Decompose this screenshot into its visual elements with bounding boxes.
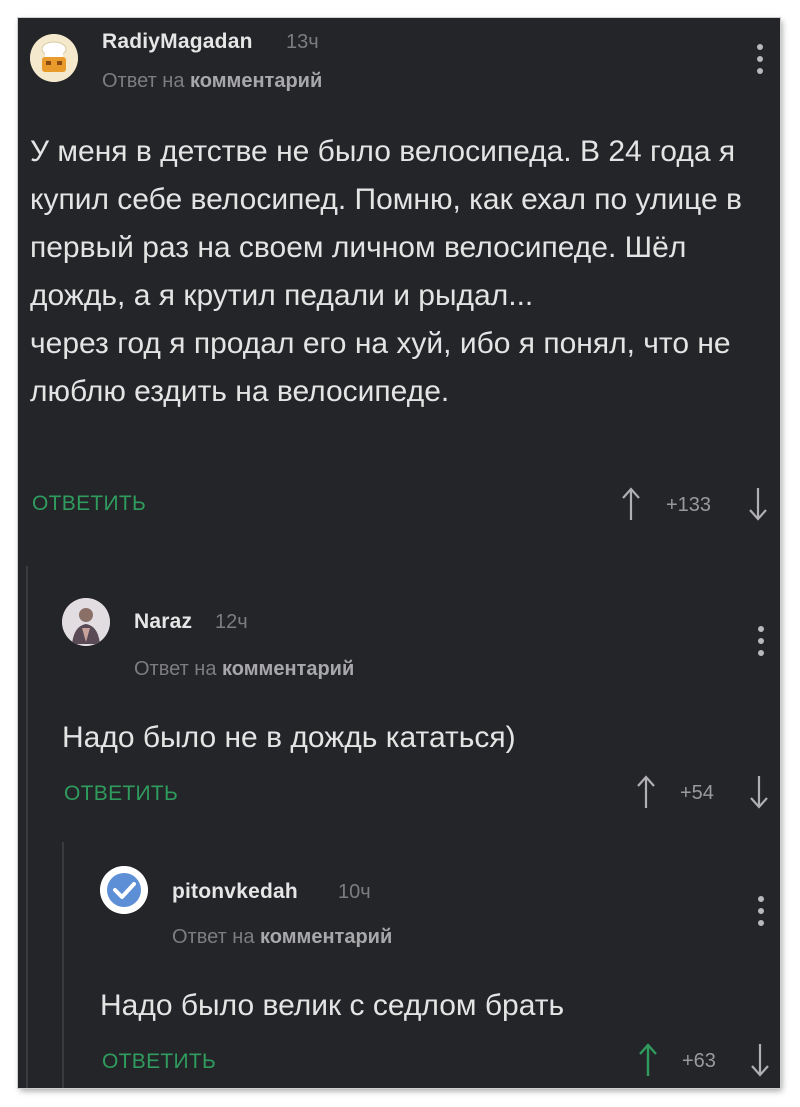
reply-button[interactable]: ОТВЕТИТЬ [32,492,146,516]
reply-target[interactable]: комментарий [222,658,354,680]
comment-time: 12ч [215,611,248,633]
comment-text: Надо было не в дождь кататься) [62,721,516,754]
arrow-up-icon[interactable] [634,774,658,810]
reply-to-label[interactable]: Ответ на комментарий [172,926,392,949]
arrow-down-icon[interactable] [747,774,771,810]
more-vert-icon[interactable] [756,896,766,932]
thread-line[interactable] [62,842,64,1088]
vote-score: +63 [682,1050,716,1072]
vote-score: +133 [666,494,712,516]
comment-time: 10ч [338,881,371,903]
more-vert-icon[interactable] [756,626,766,662]
user-photo-avatar[interactable] [62,598,110,646]
comment-naraz: Naraz 12ч Ответ на комментарий Надо было… [50,578,780,838]
comment-pitonvkedah: pitonvkedah 10ч Ответ на комментарий Над… [88,844,780,1088]
comment-text: У меня в детстве не было велосипеда. В 2… [30,135,742,408]
username[interactable]: Naraz [134,610,192,634]
more-vert-icon[interactable] [755,44,765,80]
comments-screen: RadiyMagadan 13ч Ответ на комментарий У … [18,18,780,1088]
arrow-up-icon[interactable] [619,486,643,522]
reply-prefix: Ответ на [172,926,255,948]
verified-check-avatar-icon[interactable] [100,866,148,914]
reply-button[interactable]: ОТВЕТИТЬ [64,782,178,806]
thread-line[interactable] [26,566,28,1088]
reply-to-label[interactable]: Ответ на комментарий [102,70,322,93]
username[interactable]: pitonvkedah [172,880,298,904]
chef-avatar-icon[interactable] [30,34,78,82]
vote-score: +54 [680,782,714,804]
username[interactable]: RadiyMagadan [102,30,253,54]
comment-text: Надо было велик с седлом брать [100,989,565,1022]
arrow-down-icon[interactable] [748,1042,772,1078]
reply-button[interactable]: ОТВЕТИТЬ [102,1050,216,1074]
reply-target[interactable]: комментарий [190,70,322,92]
comment-radiymagadan: RadiyMagadan 13ч Ответ на комментарий У … [18,18,780,538]
reply-target[interactable]: комментарий [260,926,392,948]
reply-prefix: Ответ на [134,658,217,680]
arrow-down-icon[interactable] [746,486,770,522]
reply-to-label[interactable]: Ответ на комментарий [134,658,354,681]
arrow-up-icon[interactable] [636,1042,660,1078]
reply-prefix: Ответ на [102,70,185,92]
comment-time: 13ч [286,31,319,53]
